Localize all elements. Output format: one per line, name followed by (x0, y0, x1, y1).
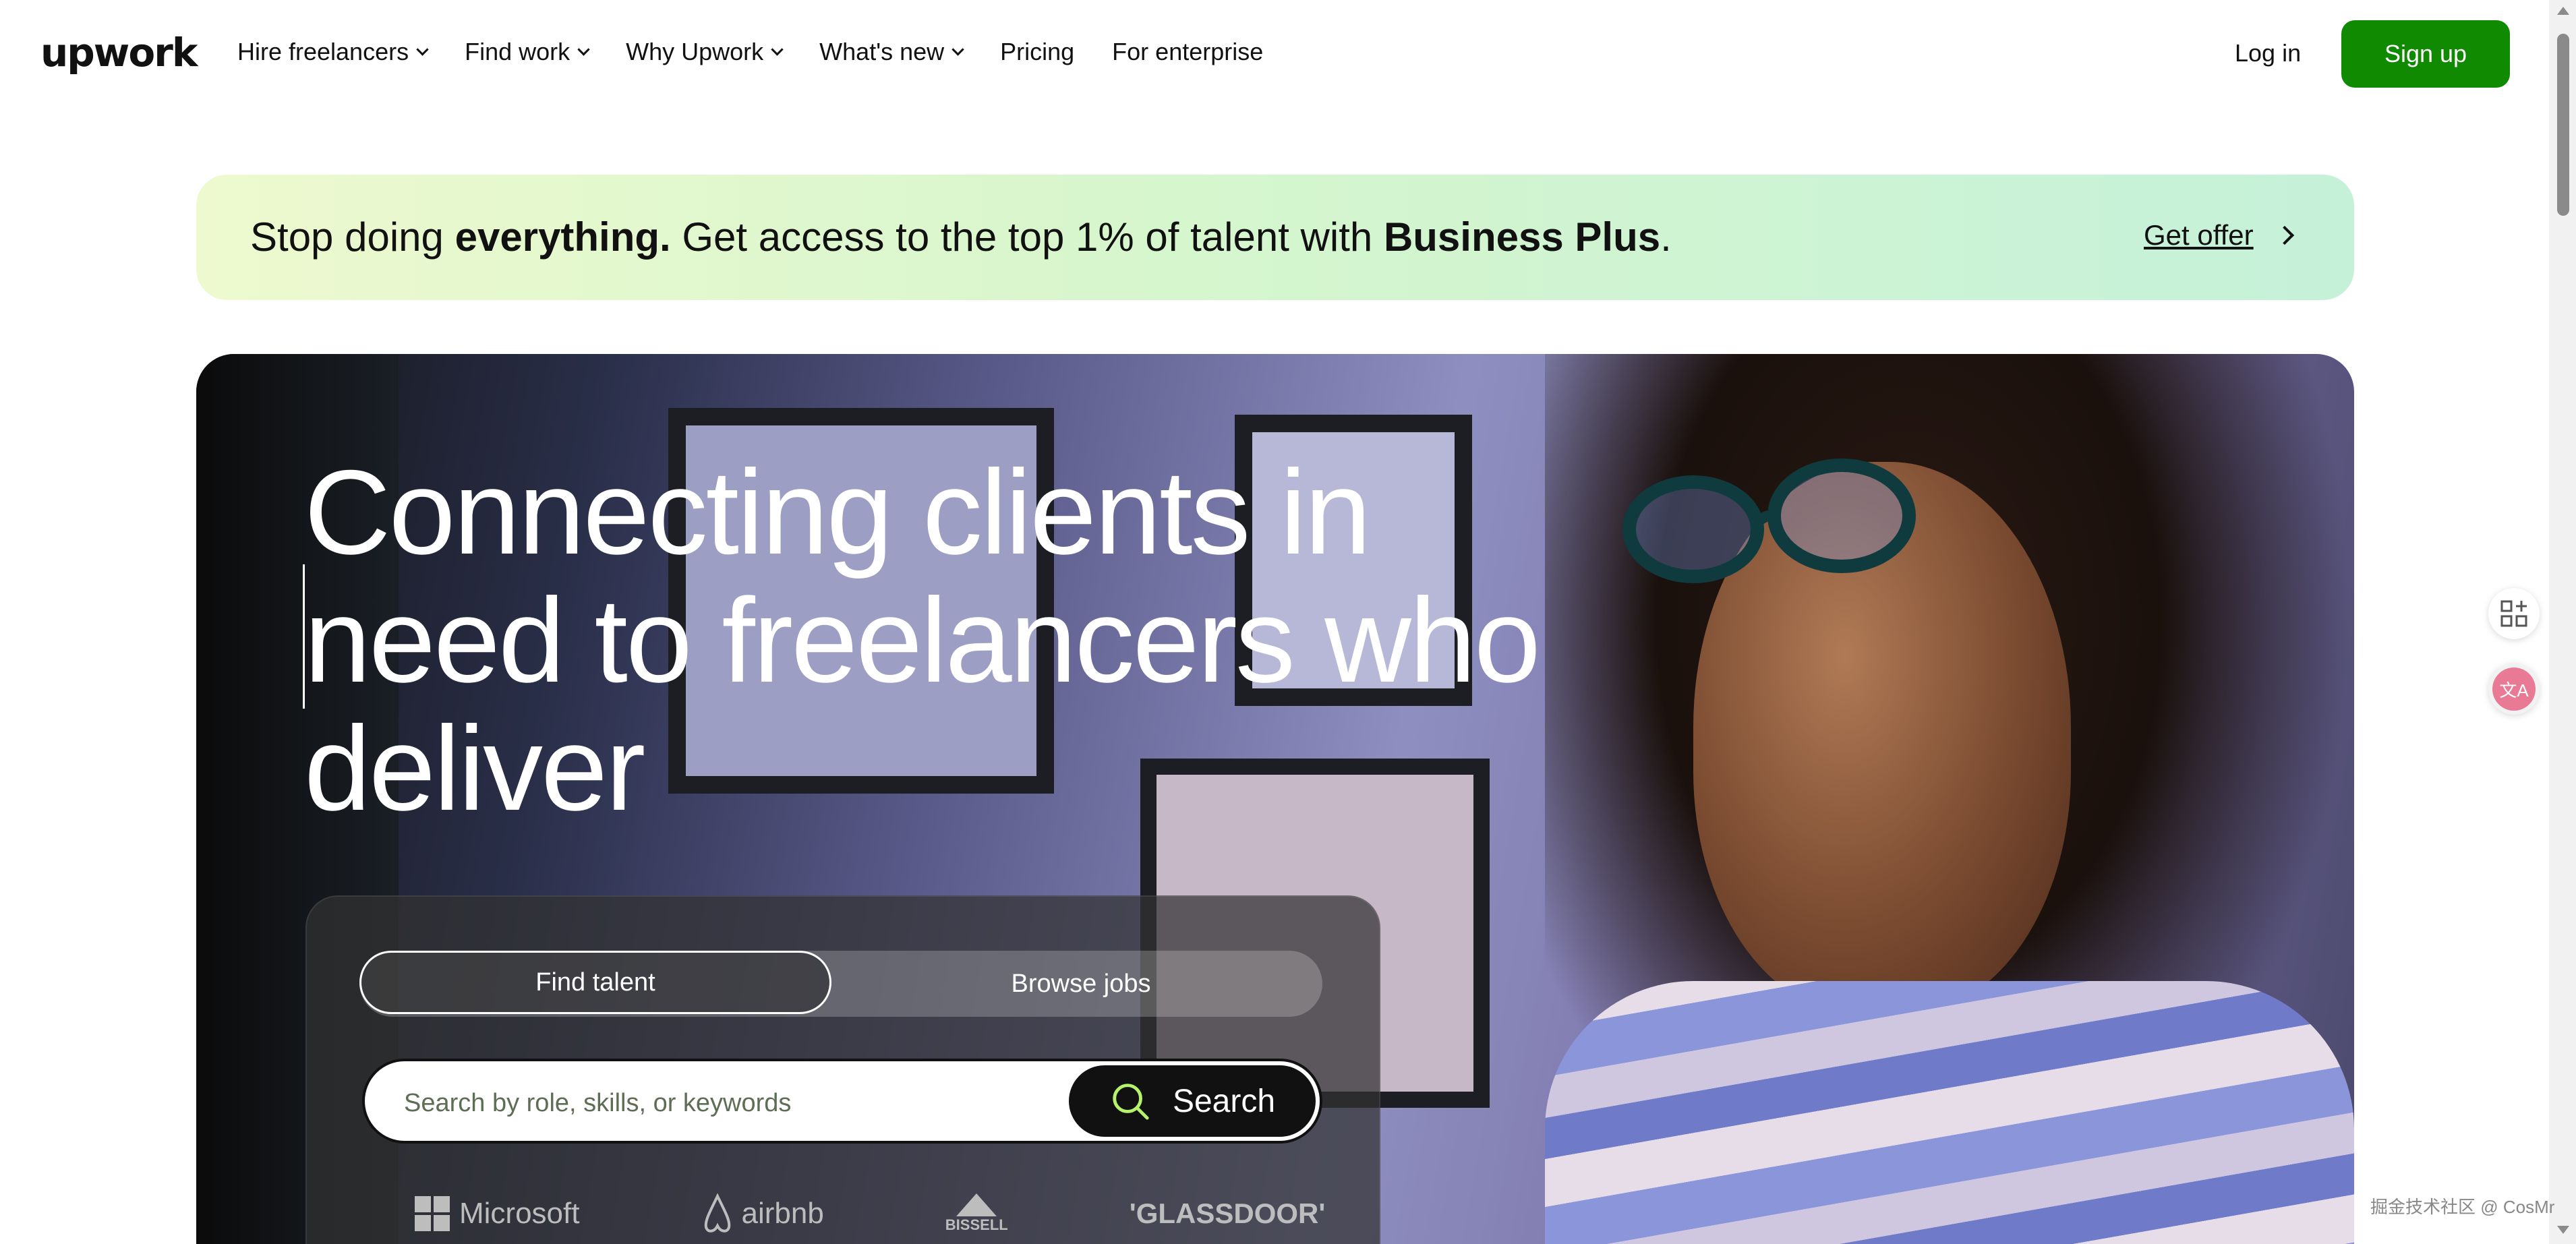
tab-find-talent[interactable]: Find talent (359, 951, 831, 1014)
nav-why-upwork[interactable]: Why Upwork (626, 38, 784, 66)
airbnb-logo: airbnb (701, 1193, 824, 1234)
search-button[interactable]: Search (1069, 1065, 1316, 1137)
nav-whats-new-label: What's new (819, 38, 945, 65)
nav-pricing[interactable]: Pricing (1000, 38, 1074, 66)
main-nav: Hire freelancers Find work Why Upwork Wh… (237, 38, 1301, 66)
apps-grid-icon (2500, 600, 2527, 627)
microsoft-label: Microsoft (459, 1197, 580, 1230)
apps-widget-button[interactable] (2488, 588, 2540, 639)
nav-pricing-label: Pricing (1000, 38, 1075, 65)
search-bar: Search (362, 1059, 1322, 1144)
get-offer-link[interactable]: Get offer (2144, 219, 2294, 251)
get-offer-label: Get offer (2144, 219, 2254, 251)
search-mode-tabs: Find talent Browse jobs (359, 951, 1322, 1017)
airbnb-label: airbnb (741, 1197, 824, 1230)
promo-banner: Stop doing everything. Get access to the… (196, 175, 2354, 300)
signup-button[interactable]: Sign up (2341, 20, 2510, 88)
airbnb-icon (705, 1193, 731, 1233)
login-link[interactable]: Log in (2235, 39, 2301, 67)
search-card: Find talent Browse jobs Search Microsoft (305, 895, 1380, 1244)
hero-headline: Connecting clients in need to freelancer… (304, 445, 1541, 835)
promo-text-1: Stop doing (250, 214, 455, 260)
scroll-thumb[interactable] (2557, 34, 2569, 216)
scroll-down-arrow-icon[interactable] (2557, 1226, 2569, 1234)
chevron-down-icon (952, 42, 964, 56)
translate-widget-button[interactable]: 文A (2488, 663, 2540, 715)
promo-text-3: . (1660, 214, 1672, 260)
nav-hire-freelancers[interactable]: Hire freelancers (237, 38, 429, 66)
nav-find-work-label: Find work (465, 38, 570, 65)
search-icon (1113, 1084, 1149, 1120)
search-button-label: Search (1172, 1083, 1276, 1119)
chevron-down-icon (771, 42, 784, 56)
promo-text-2: Get access to the top 1% of talent with (670, 214, 1384, 260)
nav-hire-freelancers-label: Hire freelancers (237, 38, 409, 65)
hero-section: Connecting clients in need to freelancer… (196, 354, 2354, 1244)
hero-photo-glasses (1622, 458, 1916, 583)
bissell-icon (956, 1193, 997, 1216)
upwork-logo[interactable]: upwork (40, 30, 198, 76)
promo-text: Stop doing everything. Get access to the… (250, 214, 1672, 260)
top-navbar: upwork Hire freelancers Find work Why Up… (0, 0, 2549, 108)
scroll-up-arrow-icon[interactable] (2557, 7, 2569, 15)
hero-photo-sweater (1545, 981, 2354, 1244)
search-input[interactable] (403, 1079, 1053, 1127)
chevron-right-icon (2275, 225, 2294, 245)
glassdoor-logo: 'GLASSDOOR' (1129, 1197, 1326, 1229)
nav-find-work[interactable]: Find work (465, 38, 590, 66)
chevron-down-icon (416, 42, 429, 56)
page-scrollbar[interactable] (2549, 0, 2576, 1244)
nav-why-upwork-label: Why Upwork (626, 38, 764, 65)
bissell-logo: BISSELL (945, 1193, 1008, 1234)
brand-logos: Microsoft airbnb BISSELL 'GLASSDOOR' (415, 1193, 1446, 1234)
chevron-down-icon (577, 42, 590, 56)
microsoft-logo: Microsoft (415, 1196, 579, 1231)
bissell-label: BISSELL (945, 1216, 1008, 1233)
nav-for-enterprise[interactable]: For enterprise (1112, 38, 1263, 66)
promo-bold-1: everything. (455, 214, 671, 260)
promo-bold-2: Business Plus (1383, 214, 1661, 260)
nav-whats-new[interactable]: What's new (819, 38, 964, 66)
nav-for-enterprise-label: For enterprise (1112, 38, 1264, 65)
watermark-text: 掘金技术社区 @ CosMr (2370, 1197, 2555, 1217)
microsoft-icon (415, 1196, 450, 1231)
tab-browse-jobs[interactable]: Browse jobs (845, 951, 1317, 1017)
translate-icon: 文A (2492, 668, 2536, 711)
